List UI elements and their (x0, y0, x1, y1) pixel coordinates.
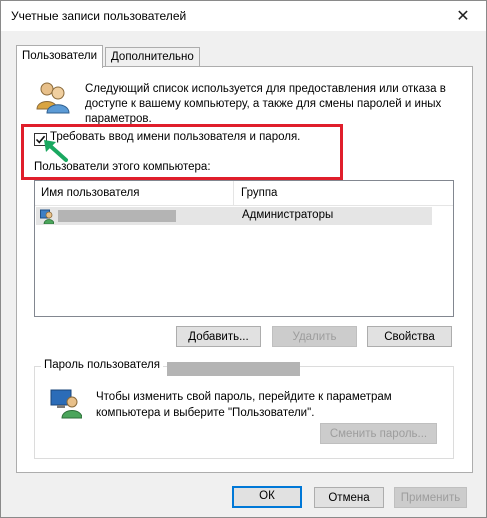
computer-user-icon (50, 389, 82, 419)
apply-button[interactable]: Применить (394, 487, 467, 508)
user-accounts-dialog: Учетные записи пользователей ✕ Пользоват… (0, 0, 487, 518)
row-group: Администраторы (242, 209, 334, 221)
remove-user-button[interactable]: Удалить (272, 326, 357, 347)
tab-users[interactable]: Пользователи (16, 45, 104, 68)
tab-advanced[interactable]: Дополнительно (105, 47, 200, 67)
list-header: Имя пользователя Группа (35, 181, 453, 206)
table-row[interactable]: Администраторы (36, 207, 432, 225)
properties-button[interactable]: Свойства (367, 326, 452, 347)
redacted-username (58, 210, 176, 222)
user-icon (40, 209, 54, 224)
password-hint-text: Чтобы изменить свой пароль, перейдите к … (96, 391, 392, 419)
description-text: Следующий список используется для предос… (85, 83, 446, 125)
add-user-button[interactable]: Добавить... (176, 326, 261, 347)
window-title: Учетные записи пользователей (11, 9, 187, 23)
green-arrow-icon (44, 140, 68, 162)
cancel-button[interactable]: Отмена (314, 487, 384, 508)
close-icon[interactable]: ✕ (440, 1, 486, 31)
column-header-group[interactable]: Группа (241, 187, 277, 199)
title-bar: Учетные записи пользователей ✕ (1, 1, 486, 31)
column-divider[interactable] (233, 181, 234, 205)
users-icon (36, 82, 70, 114)
users-list[interactable]: Имя пользователя Группа Администраторы (34, 180, 454, 317)
password-group-title: Пароль пользователя (41, 359, 163, 371)
redacted-username (167, 362, 300, 376)
column-header-username[interactable]: Имя пользователя (41, 187, 139, 199)
ok-button[interactable]: ОК (232, 486, 302, 508)
change-password-button[interactable]: Сменить пароль... (320, 423, 437, 444)
